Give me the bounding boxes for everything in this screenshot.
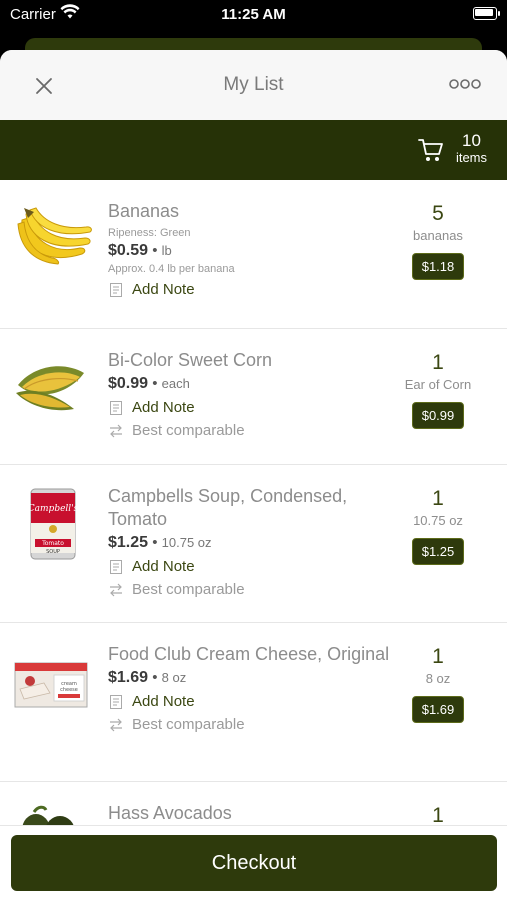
item-info: Bananas Ripeness: Green $0.59 • lb Appro…: [108, 200, 408, 298]
best-comparable-button[interactable]: Best comparable: [108, 581, 408, 598]
add-note-label: Add Note: [132, 558, 195, 575]
cream-cheese-image: cream cheese: [14, 659, 88, 714]
note-icon: [110, 559, 122, 574]
best-comparable-button[interactable]: Best comparable: [108, 716, 408, 733]
swap-icon: [110, 424, 122, 437]
add-note-label: Add Note: [132, 693, 195, 710]
item-price: $1.25 • 10.75 oz: [108, 534, 212, 551]
add-note-label: Add Note: [132, 399, 195, 416]
more-dots-icon: [449, 79, 481, 89]
cart-summary-bar: 10 items: [0, 120, 507, 180]
cart-item-count: 10 items: [456, 132, 487, 164]
list-item[interactable]: Bananas Ripeness: Green $0.59 • lb Appro…: [0, 180, 507, 329]
svg-text:Tomato: Tomato: [41, 540, 64, 547]
best-comparable-button[interactable]: Best comparable: [108, 422, 408, 439]
note-icon: [110, 400, 122, 415]
my-list-sheet: My List 10 items Bananas Ripeness: Green…: [0, 50, 507, 900]
item-name: Bi-Color Sweet Corn: [108, 350, 273, 370]
item-name: Campbells Soup, Condensed, Tomato: [108, 486, 348, 529]
item-name: Food Club Cream Cheese, Original: [108, 644, 390, 664]
item-price: $0.59 • lb: [108, 242, 172, 259]
checkout-button[interactable]: Checkout: [11, 835, 497, 891]
price-unit: lb: [161, 243, 172, 258]
add-note-button[interactable]: Add Note: [108, 399, 408, 416]
swap-icon: [110, 718, 122, 731]
item-info: Bi-Color Sweet Corn $0.99 • each Add Not…: [108, 349, 408, 439]
svg-text:Campbell's: Campbell's: [30, 504, 76, 514]
list-item[interactable]: cream cheese Food Club Cream Cheese, Ori…: [0, 623, 507, 782]
item-total-badge: $1.69: [411, 696, 465, 723]
cart-icon[interactable]: [418, 137, 444, 168]
shopping-list: Bananas Ripeness: Green $0.59 • lb Appro…: [0, 180, 507, 900]
best-comparable-label: Best comparable: [132, 581, 245, 598]
item-info: Food Club Cream Cheese, Original $1.69 •…: [108, 643, 408, 733]
qty-unit: bananas: [413, 228, 463, 243]
price-value: $1.25: [108, 534, 149, 551]
price-value: $1.69: [108, 669, 149, 686]
price-value: $0.99: [108, 375, 149, 392]
cart-count-number: 10: [462, 131, 481, 150]
swap-icon: [110, 583, 122, 596]
item-total-badge: $1.18: [411, 253, 465, 280]
ripeness-label: Ripeness: Green: [108, 227, 191, 239]
item-quantity[interactable]: 1 8 oz $1.69: [393, 645, 483, 723]
page-title: My List: [223, 74, 284, 95]
item-price: $0.99 • each: [108, 375, 190, 392]
svg-text:cheese: cheese: [60, 687, 78, 693]
list-item[interactable]: Bi-Color Sweet Corn $0.99 • each Add Not…: [0, 329, 507, 465]
best-comparable-label: Best comparable: [132, 716, 245, 733]
more-options-button[interactable]: [449, 74, 481, 94]
item-quantity[interactable]: 5 bananas $1.18: [393, 202, 483, 280]
qty-unit: 10.75 oz: [413, 513, 463, 528]
note-icon: [110, 282, 122, 297]
item-info: Hass Avocados: [108, 802, 408, 825]
item-quantity[interactable]: 1 Ear of Corn $0.99: [393, 351, 483, 429]
cart-count-label: items: [455, 150, 487, 165]
add-note-button[interactable]: Add Note: [108, 558, 408, 575]
qty-number: 1: [432, 645, 444, 668]
qty-unit: Ear of Corn: [404, 377, 472, 392]
sheet-header: My List: [0, 50, 507, 121]
list-item[interactable]: Campbell's Tomato SOUP Campbells Soup, C…: [0, 465, 507, 623]
status-bar: Carrier 11:25 AM: [0, 0, 507, 30]
qty-number: 5: [432, 202, 444, 225]
qty-number: 1: [432, 487, 444, 510]
note-icon: [110, 694, 122, 709]
price-value: $0.59: [108, 242, 149, 259]
qty-number: 1: [432, 351, 444, 374]
add-note-button[interactable]: Add Note: [108, 281, 408, 298]
price-unit: 8 oz: [161, 670, 187, 685]
add-note-button[interactable]: Add Note: [108, 693, 408, 710]
item-total-badge: $1.25: [411, 538, 465, 565]
item-name: Bananas: [108, 201, 180, 221]
price-unit: each: [161, 376, 190, 391]
svg-text:SOUP: SOUP: [46, 549, 60, 555]
item-name: Hass Avocados: [108, 803, 232, 823]
clock: 11:25 AM: [221, 6, 286, 23]
checkout-footer: Checkout: [0, 825, 507, 900]
approx-weight: Approx. 0.4 lb per banana: [108, 263, 235, 275]
add-note-label: Add Note: [132, 281, 195, 298]
item-price: $1.69 • 8 oz: [108, 669, 187, 686]
item-info: Campbells Soup, Condensed, Tomato $1.25 …: [108, 485, 408, 598]
battery-icon: [473, 7, 500, 20]
corn-image: [14, 359, 86, 420]
qty-unit: 8 oz: [425, 671, 451, 686]
best-comparable-label: Best comparable: [132, 422, 245, 439]
soup-can-image: Campbell's Tomato SOUP: [28, 487, 79, 566]
item-total-badge: $0.99: [411, 402, 465, 429]
item-quantity[interactable]: 1 10.75 oz $1.25: [393, 487, 483, 565]
banana-image: [14, 206, 92, 273]
price-unit: 10.75 oz: [161, 535, 212, 550]
